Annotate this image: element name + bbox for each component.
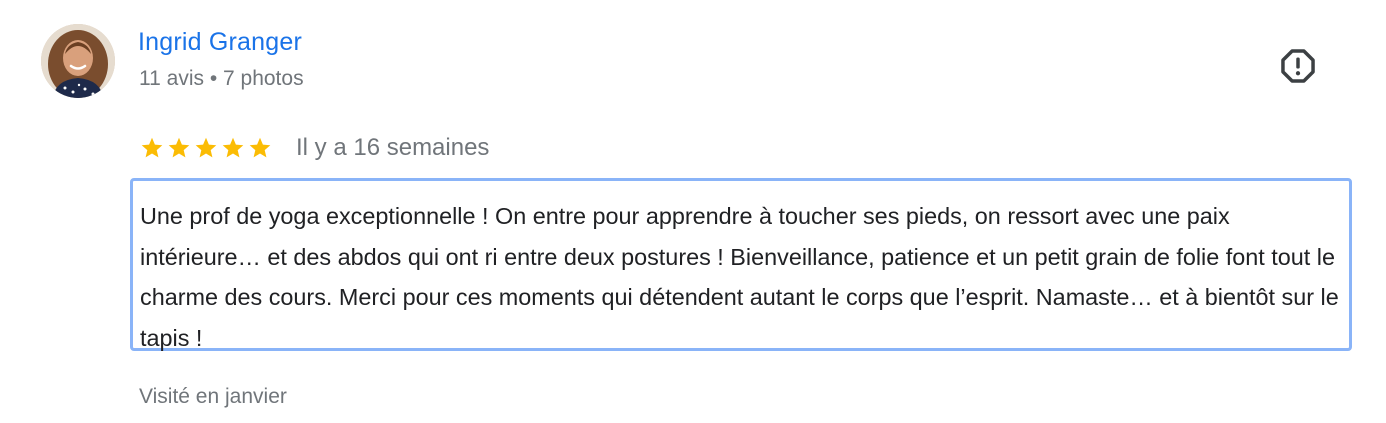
star-icon: [140, 136, 164, 160]
author-name-link[interactable]: Ingrid Granger: [138, 28, 302, 57]
author-stats: 11 avis • 7 photos: [139, 67, 304, 90]
star-rating: [140, 136, 272, 160]
review-card: Ingrid Granger 11 avis • 7 photos Il y a…: [0, 0, 1386, 423]
avatar-photo: [41, 24, 115, 98]
review-text-container[interactable]: Une prof de yoga exceptionnelle ! On ent…: [130, 178, 1352, 351]
rating-row: Il y a 16 semaines: [140, 132, 489, 164]
star-icon: [248, 136, 272, 160]
report-flag-icon: [1281, 49, 1315, 83]
report-review-button[interactable]: [1276, 44, 1320, 88]
star-icon: [194, 136, 218, 160]
author-avatar[interactable]: [41, 24, 115, 98]
visited-date: Visité en janvier: [139, 385, 287, 408]
star-icon: [167, 136, 191, 160]
star-icon: [221, 136, 245, 160]
review-text: Une prof de yoga exceptionnelle ! On ent…: [140, 203, 1339, 351]
review-date: Il y a 16 semaines: [296, 134, 490, 161]
